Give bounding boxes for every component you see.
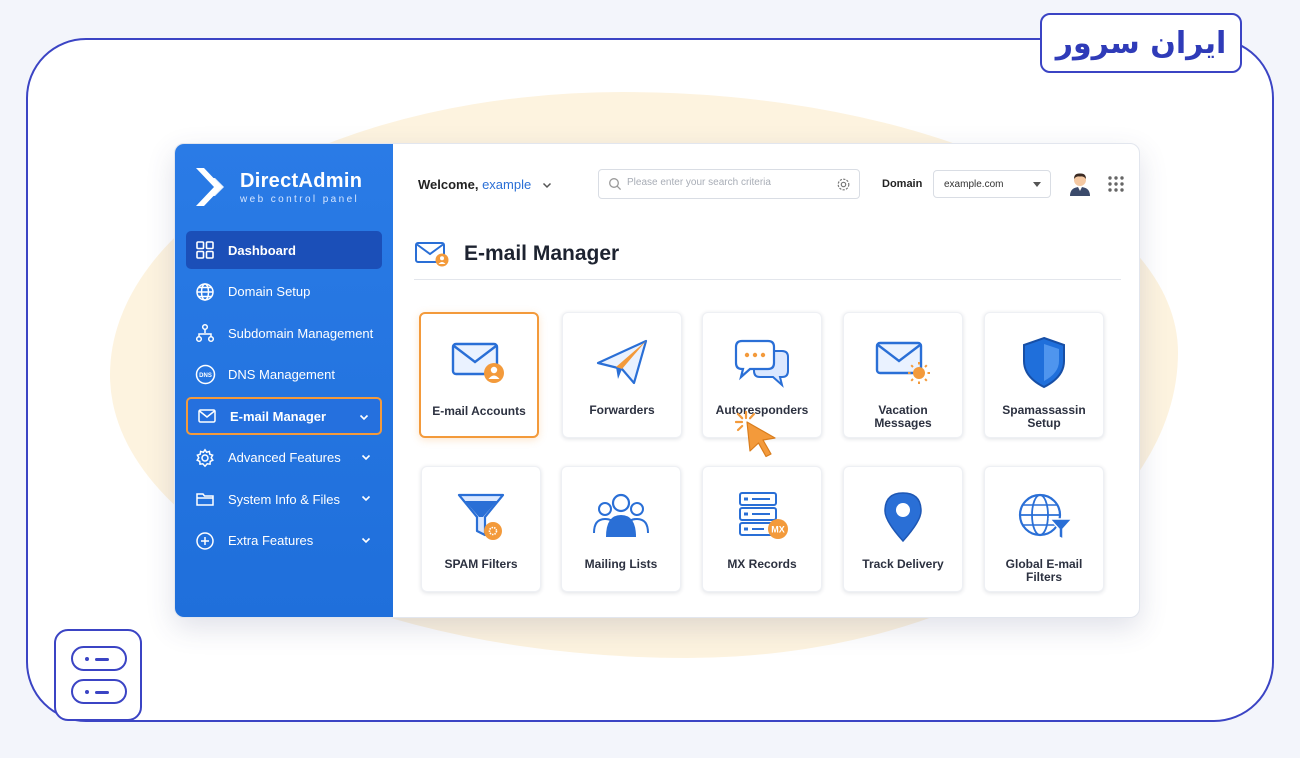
- card-email-accounts[interactable]: E-mail Accounts: [419, 312, 539, 438]
- card-mx-records[interactable]: MX MX Records: [702, 466, 822, 592]
- directadmin-logo-icon: [192, 164, 232, 210]
- shield-icon: [1023, 336, 1065, 389]
- sidebar-item-extra-features[interactable]: Extra Features: [186, 522, 382, 560]
- domain-select-value: example.com: [944, 179, 1004, 190]
- top-bar: Welcome, example Domain example.com: [393, 144, 1139, 224]
- server-bar: [71, 679, 127, 704]
- card-label: E-mail Accounts: [432, 404, 526, 418]
- logo-name: DirectAdmin: [240, 169, 363, 192]
- paper-plane-icon: [596, 339, 648, 385]
- sidebar-item-domain-setup[interactable]: Domain Setup: [186, 273, 382, 311]
- search-icon: [609, 178, 622, 191]
- search-settings-icon[interactable]: [836, 177, 851, 192]
- brand-logo-badge: ایران سرور: [1040, 13, 1242, 73]
- domain-select[interactable]: example.com: [933, 170, 1051, 198]
- card-label: SPAM Filters: [444, 557, 518, 571]
- card-label: MX Records: [727, 557, 797, 571]
- search-box: [598, 169, 860, 199]
- card-spam-filters[interactable]: SPAM Filters: [421, 466, 541, 592]
- globe-filter-icon: [1018, 493, 1074, 541]
- sidebar-item-label: E-mail Manager: [230, 408, 327, 424]
- chevron-down-icon: [361, 495, 371, 502]
- sidebar-item-dns-management[interactable]: DNS DNS Management: [186, 356, 382, 394]
- email-accounts-icon: [451, 342, 504, 383]
- sidebar-item-email-manager[interactable]: E-mail Manager: [186, 397, 382, 435]
- card-spamassassin-setup[interactable]: Spamassassin Setup: [984, 312, 1104, 438]
- search-input[interactable]: [627, 177, 827, 188]
- dns-icon: DNS: [194, 364, 216, 386]
- sidebar-item-advanced-features[interactable]: Advanced Features: [186, 439, 382, 477]
- welcome-label: Welcome,: [418, 177, 479, 192]
- envelope-icon: [196, 405, 218, 427]
- card-vacation-messages[interactable]: Vacation Messages: [843, 312, 963, 438]
- card-global-email-filters[interactable]: Global E-mail Filters: [984, 466, 1104, 592]
- page-title: E-mail Manager: [464, 242, 620, 265]
- card-forwarders[interactable]: Forwarders: [562, 312, 682, 438]
- users-icon: [593, 493, 649, 537]
- user-avatar[interactable]: [1068, 171, 1092, 197]
- sidebar-item-system-info-files[interactable]: System Info & Files: [186, 480, 382, 518]
- server-icon: [54, 629, 142, 721]
- logo-tagline: web control panel: [240, 193, 360, 205]
- sidebar-item-label: Subdomain Management: [228, 325, 374, 341]
- apps-grid-icon[interactable]: [1107, 175, 1125, 193]
- chevron-down-icon[interactable]: [541, 179, 553, 191]
- app-window: DirectAdmin web control panel Dashboard: [174, 143, 1140, 618]
- email-manager-icon: [415, 242, 449, 267]
- card-label: Global E-mail Filters: [1005, 557, 1083, 584]
- mouse-cursor-icon: [735, 410, 776, 458]
- gear-icon: [194, 447, 216, 469]
- server-mx-icon: MX: [739, 492, 788, 539]
- svg-text:MX: MX: [771, 525, 785, 535]
- plus-circle-icon: [194, 530, 216, 552]
- username: example: [482, 177, 532, 192]
- welcome-menu[interactable]: Welcome, example: [418, 177, 531, 192]
- card-label: Forwarders: [589, 403, 655, 417]
- map-pin-icon: [884, 492, 922, 543]
- card-track-delivery[interactable]: Track Delivery: [843, 466, 963, 592]
- card-label: Mailing Lists: [584, 557, 658, 571]
- dashboard-icon: [194, 239, 216, 261]
- funnel-icon: [457, 493, 505, 540]
- sidebar-item-label: System Info & Files: [228, 491, 340, 507]
- sidebar-item-subdomain-management[interactable]: Subdomain Management: [186, 314, 382, 352]
- sidebar-item-label: Advanced Features: [228, 450, 341, 465]
- directadmin-logo[interactable]: DirectAdmin web control panel: [192, 164, 362, 210]
- sitemap-icon: [194, 322, 216, 344]
- brand-logo-text: ایران سرور: [1055, 25, 1227, 61]
- main-content: Welcome, example Domain example.com: [393, 144, 1139, 617]
- page-header: E-mail Manager: [414, 236, 1121, 280]
- sidebar-item-label: DNS Management: [228, 367, 335, 382]
- envelope-sun-icon: [875, 341, 930, 384]
- folder-icon: [194, 488, 216, 510]
- caret-down-icon: [1033, 182, 1041, 187]
- sidebar-nav: Dashboard Domain Setup Subdomain Managem…: [186, 231, 382, 563]
- svg-text:DNS: DNS: [199, 373, 212, 379]
- chevron-down-icon: [361, 454, 371, 460]
- card-label: Spamassassin Setup: [1002, 403, 1086, 430]
- chat-bubbles-icon: [734, 339, 789, 388]
- card-label: Vacation Messages: [874, 403, 932, 430]
- sidebar-item-label: Extra Features: [228, 533, 314, 548]
- globe-icon: [194, 281, 216, 303]
- card-label: Track Delivery: [862, 557, 944, 571]
- sidebar: DirectAdmin web control panel Dashboard: [175, 144, 393, 617]
- domain-label: Domain: [882, 178, 923, 190]
- chevron-down-icon: [361, 537, 371, 543]
- sidebar-item-dashboard[interactable]: Dashboard: [186, 231, 382, 269]
- sidebar-item-label: Domain Setup: [228, 284, 311, 299]
- server-bar: [71, 646, 127, 671]
- sidebar-item-label: Dashboard: [228, 242, 296, 258]
- chevron-down-icon: [359, 414, 369, 421]
- card-mailing-lists[interactable]: Mailing Lists: [561, 466, 681, 592]
